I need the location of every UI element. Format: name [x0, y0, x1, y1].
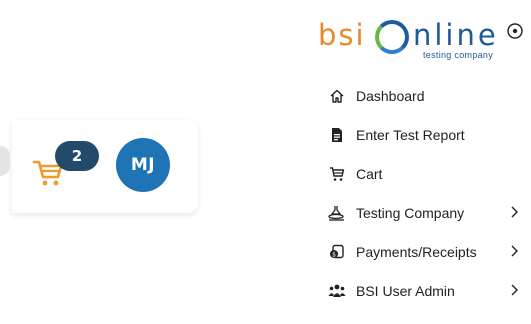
menu-item-label: Cart	[356, 165, 383, 182]
menu-item-testing-company[interactable]: Testing Company	[322, 193, 526, 232]
logo-text-right: nline	[413, 18, 499, 52]
target-icon	[507, 23, 523, 39]
document-icon	[326, 126, 348, 144]
menu-item-enter-test-report[interactable]: Enter Test Report	[322, 115, 526, 154]
target-button[interactable]	[506, 22, 524, 40]
cart-icon	[326, 165, 348, 183]
menu-item-label: Enter Test Report	[356, 126, 465, 143]
home-icon	[326, 87, 348, 105]
cart-count-badge: 2	[55, 141, 99, 171]
menu-item-label: Payments/Receipts	[356, 243, 477, 260]
logo-ring-icon	[375, 20, 409, 54]
search-field-edge[interactable]	[0, 146, 10, 176]
menu-item-bsi-user-admin[interactable]: BSI User Admin	[322, 271, 526, 310]
menu-item-cart[interactable]: Cart	[322, 154, 526, 193]
svg-text:$: $	[332, 251, 336, 258]
users-icon	[326, 282, 348, 300]
logo-tagline: testing company	[423, 50, 494, 60]
chevron-right-icon	[511, 284, 518, 296]
user-avatar[interactable]: MJ	[116, 138, 170, 192]
menu-item-dashboard[interactable]: Dashboard	[322, 76, 526, 115]
bsi-online-logo[interactable]: bsi nline testing company	[318, 16, 496, 60]
lab-icon	[326, 204, 348, 222]
logo-text-left: bsi	[318, 18, 366, 52]
menu-item-payments-receipts[interactable]: $ Payments/Receipts	[322, 232, 526, 271]
chevron-right-icon	[511, 206, 518, 218]
payment-icon: $	[326, 243, 348, 261]
menu-item-label: Testing Company	[356, 204, 465, 221]
chevron-right-icon	[511, 245, 518, 257]
side-menu: Dashboard Enter Test Report Cart Testing…	[322, 76, 526, 310]
menu-item-label: Dashboard	[356, 87, 425, 104]
menu-item-label: BSI User Admin	[356, 282, 455, 299]
